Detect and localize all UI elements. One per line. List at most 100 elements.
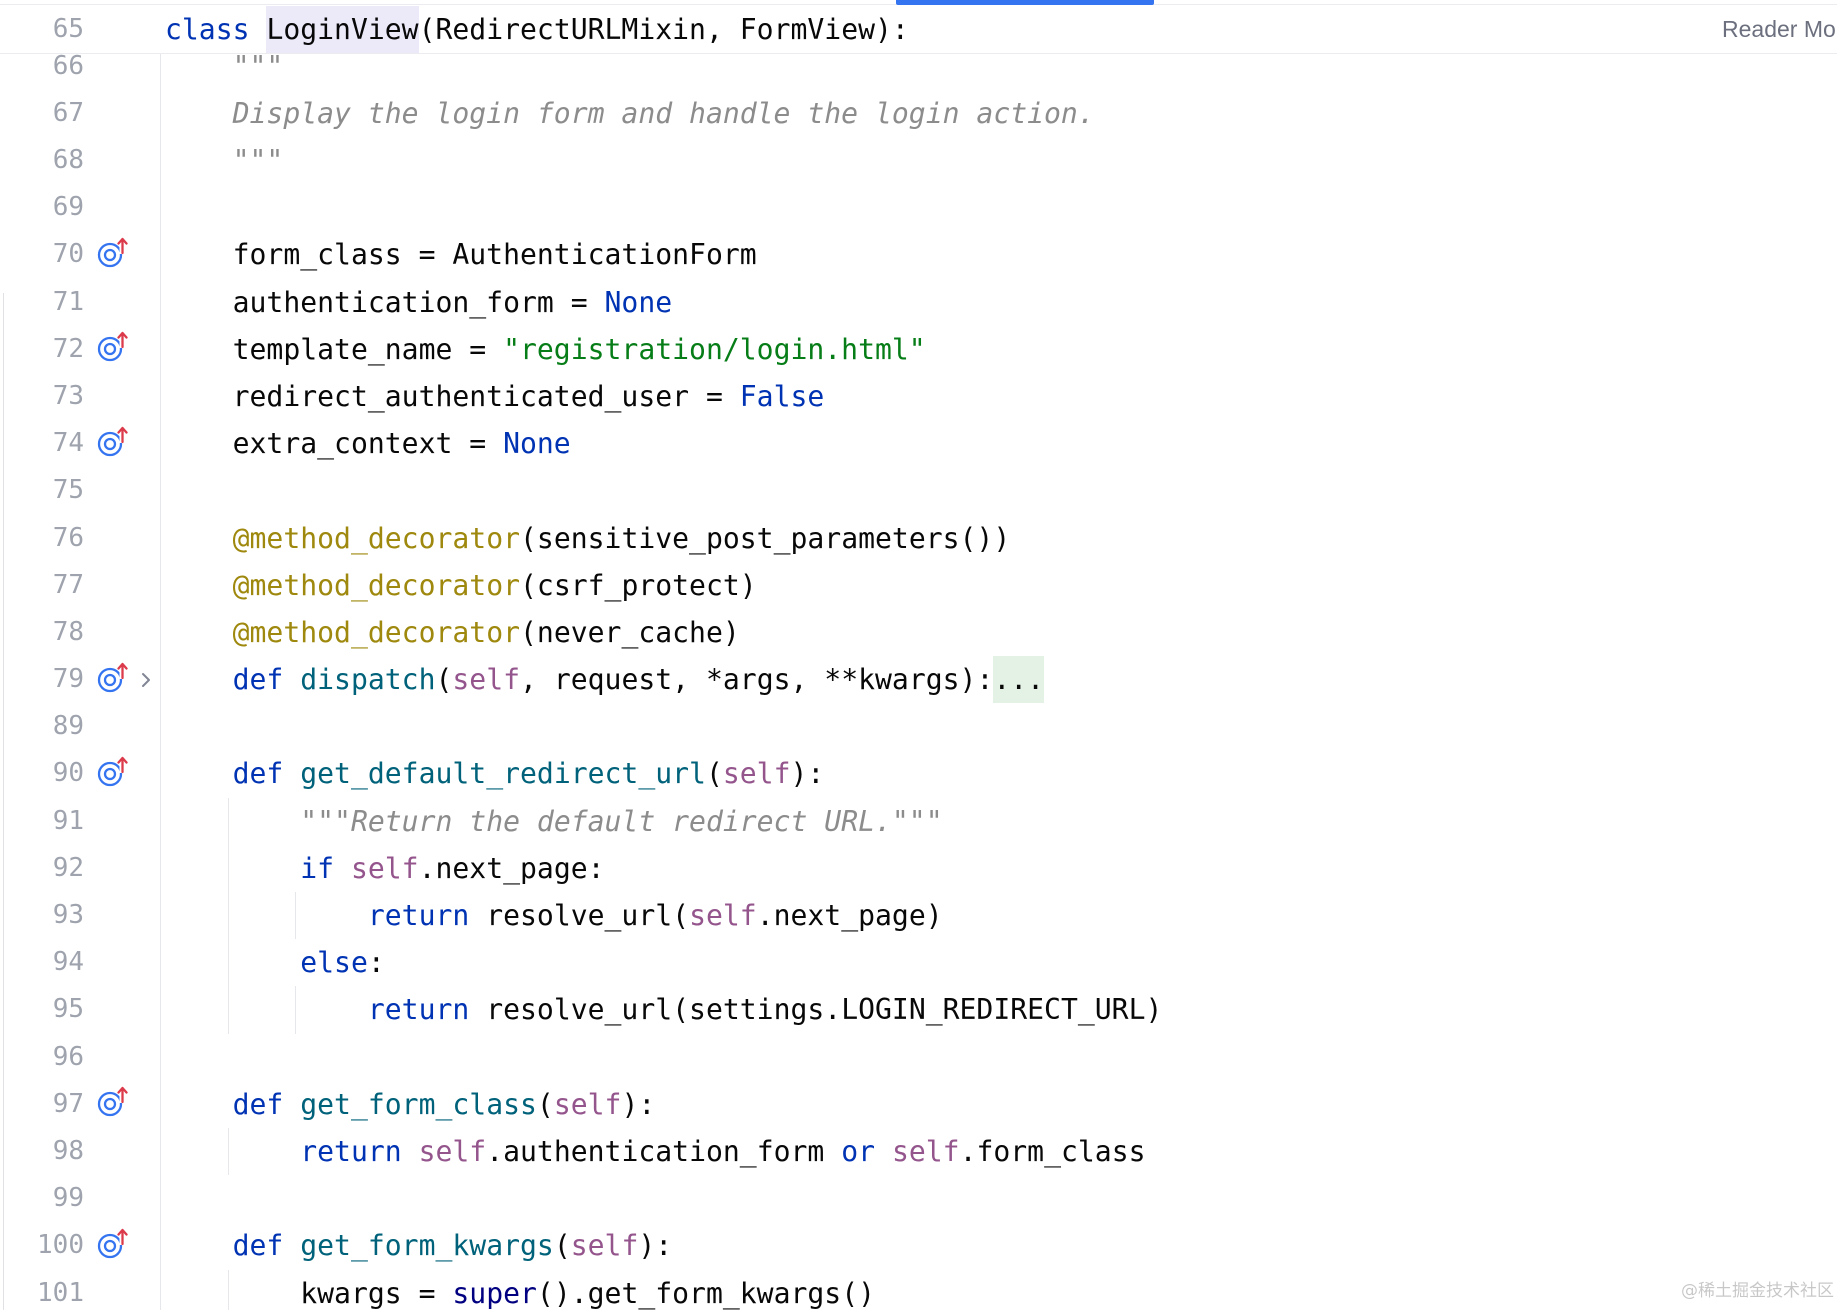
code-line[interactable]: 71 authentication_form = None — [0, 279, 1837, 326]
line-number[interactable]: 90 — [0, 750, 84, 797]
code-line[interactable]: 68 """ — [0, 137, 1837, 184]
line-number[interactable]: 78 — [0, 609, 84, 656]
line-number[interactable]: 69 — [0, 184, 84, 231]
line-number[interactable]: 76 — [0, 515, 84, 562]
line-number[interactable]: 100 — [0, 1222, 84, 1269]
code-line[interactable]: 99 — [0, 1175, 1837, 1222]
line-number[interactable]: 79 — [0, 656, 84, 703]
code-token: .next_page) — [756, 899, 943, 933]
code-line[interactable]: 97 def get_form_class(self): — [0, 1081, 1837, 1128]
code-line[interactable]: 91 """Return the default redirect URL.""… — [0, 798, 1837, 845]
overrides-method-icon[interactable] — [95, 754, 131, 790]
sticky-code-line[interactable]: 65 class LoginView(RedirectURLMixin, Form… — [0, 5, 1837, 53]
line-number[interactable]: 97 — [0, 1081, 84, 1128]
code-line[interactable]: 89 — [0, 703, 1837, 750]
keyword-token: return — [367, 899, 470, 933]
line-number[interactable]: 65 — [0, 6, 84, 53]
code-token: ( — [536, 1087, 554, 1121]
line-number[interactable]: 75 — [0, 467, 84, 514]
code-line[interactable]: 92 if self.next_page: — [0, 845, 1837, 892]
keyword-token: def — [232, 1087, 284, 1121]
line-number[interactable]: 68 — [0, 137, 84, 184]
code-line[interactable]: 95 return resolve_url(settings.LOGIN_RED… — [0, 986, 1837, 1033]
overrides-method-icon[interactable] — [95, 329, 131, 365]
code-line[interactable]: 101 kwargs = super().get_form_kwargs() — [0, 1270, 1837, 1310]
code-line[interactable]: 96 — [0, 1034, 1837, 1081]
line-number[interactable]: 91 — [0, 798, 84, 845]
code-line[interactable]: 76 @method_decorator(sensitive_post_para… — [0, 515, 1837, 562]
keyword-token: return — [367, 993, 470, 1027]
line-number[interactable]: 72 — [0, 326, 84, 373]
line-number[interactable]: 95 — [0, 986, 84, 1033]
line-number[interactable]: 92 — [0, 845, 84, 892]
line-number[interactable]: 96 — [0, 1034, 84, 1081]
overrides-method-icon[interactable] — [95, 1084, 131, 1120]
code-token: : — [367, 946, 385, 980]
folded-code-placeholder[interactable]: ... — [993, 656, 1045, 704]
line-number[interactable]: 74 — [0, 420, 84, 467]
code-text: return resolve_url(settings.LOGIN_REDIRE… — [165, 986, 1163, 1033]
code-line[interactable]: 90 def get_default_redirect_url(self): — [0, 750, 1837, 797]
self-token: self — [570, 1229, 639, 1263]
code-line[interactable]: 100 def get_form_kwargs(self): — [0, 1222, 1837, 1269]
code-line[interactable]: 70 form_class = AuthenticationForm — [0, 231, 1837, 278]
keyword-token: def — [232, 757, 284, 791]
code-line[interactable]: 77 @method_decorator(csrf_protect) — [0, 562, 1837, 609]
line-number[interactable]: 71 — [0, 279, 84, 326]
function-name-token: get_form_class — [300, 1087, 537, 1121]
line-number[interactable]: 101 — [0, 1270, 84, 1310]
code-token: authentication_form = — [165, 285, 605, 319]
code-text: else: — [165, 939, 385, 986]
code-line[interactable]: 98 return self.authentication_form or se… — [0, 1128, 1837, 1175]
code-text: @method_decorator(sensitive_post_paramet… — [165, 515, 1011, 562]
code-token: (never_cache) — [520, 615, 740, 649]
line-number[interactable]: 73 — [0, 373, 84, 420]
chevron-right-icon[interactable] — [139, 669, 153, 691]
self-token: self — [553, 1087, 622, 1121]
overrides-method-icon[interactable] — [95, 1226, 131, 1262]
line-number[interactable]: 94 — [0, 939, 84, 986]
line-number[interactable]: 93 — [0, 892, 84, 939]
code-line[interactable]: 79 def dispatch(self, request, *args, **… — [0, 656, 1837, 704]
overrides-method-icon[interactable] — [95, 660, 131, 696]
line-number[interactable]: 98 — [0, 1128, 84, 1175]
keyword-token: or — [841, 1134, 876, 1168]
code-line[interactable]: 78 @method_decorator(never_cache) — [0, 609, 1837, 656]
code-text: authentication_form = None — [165, 279, 673, 326]
self-token: self — [689, 899, 757, 933]
code-line[interactable]: 75 — [0, 467, 1837, 514]
code-line[interactable]: 72 template_name = "registration/login.h… — [0, 326, 1837, 373]
code-line[interactable]: 74 extra_context = None — [0, 420, 1837, 467]
line-number[interactable]: 89 — [0, 703, 84, 750]
code-text: return resolve_url(self.next_page) — [165, 892, 943, 939]
code-text: template_name = "registration/login.html… — [165, 326, 926, 373]
line-number[interactable]: 70 — [0, 231, 84, 278]
code-line[interactable]: 67 Display the login form and handle the… — [0, 90, 1837, 137]
code-token: ().get_form_kwargs() — [536, 1276, 876, 1310]
code-line[interactable]: 94 else: — [0, 939, 1837, 986]
docstring-token: Display the login form and handle the lo… — [165, 96, 1095, 130]
code-text: def get_default_redirect_url(self): — [165, 750, 825, 797]
code-line[interactable]: 69 — [0, 184, 1837, 231]
code-token: , request, *args, **kwargs): — [520, 663, 994, 697]
self-token: self — [418, 1134, 487, 1168]
code-token: .authentication_form — [486, 1134, 842, 1168]
overrides-method-icon[interactable] — [95, 235, 131, 271]
code-text: @method_decorator(csrf_protect) — [165, 562, 757, 609]
code-line[interactable]: 73 redirect_authenticated_user = False — [0, 373, 1837, 420]
code-editor[interactable]: 66 """ 67 Display the login form and hand… — [0, 0, 1837, 1310]
overrides-method-icon[interactable] — [95, 424, 131, 460]
line-number[interactable]: 99 — [0, 1175, 84, 1222]
self-token: self — [891, 1134, 960, 1168]
code-line[interactable]: 93 return resolve_url(self.next_page) — [0, 892, 1837, 939]
line-number[interactable]: 77 — [0, 562, 84, 609]
line-number[interactable]: 67 — [0, 90, 84, 137]
docstring-token: """ — [165, 49, 284, 83]
